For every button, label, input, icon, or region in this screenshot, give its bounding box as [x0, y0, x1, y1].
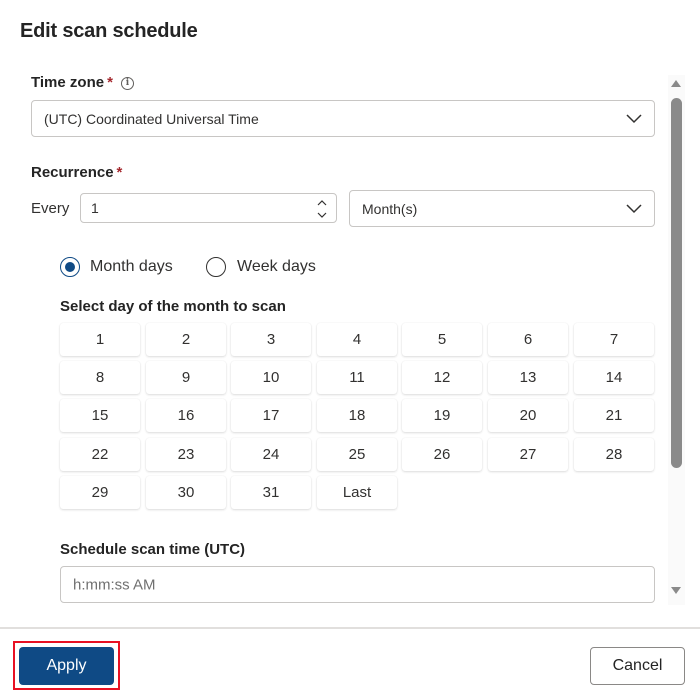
day-button[interactable]: 25 — [317, 438, 397, 471]
day-button[interactable]: 12 — [402, 361, 482, 394]
every-label: Every — [31, 200, 70, 217]
day-button[interactable]: 23 — [146, 438, 226, 471]
day-button[interactable]: 24 — [231, 438, 311, 471]
interval-stepper[interactable]: 1 — [80, 193, 337, 223]
day-button[interactable]: 1 — [60, 323, 140, 356]
day-button[interactable]: 5 — [402, 323, 482, 356]
scan-time-placeholder: h:mm:ss AM — [73, 576, 156, 593]
stepper-arrows-icon[interactable] — [316, 197, 328, 221]
day-button[interactable]: 9 — [146, 361, 226, 394]
scrollbar-thumb[interactable] — [671, 98, 682, 468]
time-zone-label-text: Time zone — [31, 74, 105, 91]
day-button[interactable]: 7 — [574, 323, 654, 356]
day-button[interactable]: 21 — [574, 399, 654, 432]
chevron-down-icon — [626, 113, 642, 123]
day-button[interactable]: 18 — [317, 399, 397, 432]
recurrence-label: Recurrence * — [31, 164, 122, 181]
day-button[interactable]: 6 — [488, 323, 568, 356]
day-button[interactable]: 4 — [317, 323, 397, 356]
day-button[interactable]: 8 — [60, 361, 140, 394]
radio-unchecked-icon — [206, 257, 226, 277]
day-button[interactable]: 19 — [402, 399, 482, 432]
time-zone-value: (UTC) Coordinated Universal Time — [44, 110, 259, 127]
required-mark: * — [116, 164, 123, 181]
day-button[interactable]: 14 — [574, 361, 654, 394]
day-button[interactable]: 22 — [60, 438, 140, 471]
select-day-label: Select day of the month to scan — [60, 298, 286, 315]
recurrence-unit-value: Month(s) — [362, 200, 418, 217]
recurrence-label-text: Recurrence — [31, 164, 114, 181]
day-button[interactable]: 16 — [146, 399, 226, 432]
day-button[interactable]: 3 — [231, 323, 311, 356]
recurrence-unit-dropdown[interactable]: Month(s) — [349, 190, 655, 227]
day-button[interactable]: 31 — [231, 476, 311, 509]
scan-time-input[interactable]: h:mm:ss AM — [60, 566, 655, 603]
time-zone-label: Time zone * i — [31, 74, 134, 91]
day-button[interactable]: 27 — [488, 438, 568, 471]
day-button[interactable]: 2 — [146, 323, 226, 356]
radio-week-days[interactable]: Week days — [206, 257, 326, 279]
dialog-title: Edit scan schedule — [20, 20, 198, 42]
radio-week-days-label: Week days — [237, 258, 316, 275]
interval-value: 1 — [91, 200, 99, 216]
day-button[interactable]: 17 — [231, 399, 311, 432]
radio-checked-icon — [60, 257, 80, 277]
time-zone-dropdown[interactable]: (UTC) Coordinated Universal Time — [31, 100, 655, 137]
chevron-down-icon — [626, 203, 642, 213]
day-button[interactable]: 29 — [60, 476, 140, 509]
radio-month-days-label: Month days — [90, 258, 173, 275]
day-button[interactable]: Last — [317, 476, 397, 509]
day-button[interactable]: 11 — [317, 361, 397, 394]
day-button[interactable]: 28 — [574, 438, 654, 471]
day-button[interactable]: 30 — [146, 476, 226, 509]
day-button[interactable]: 26 — [402, 438, 482, 471]
info-icon[interactable]: i — [120, 77, 134, 90]
day-button[interactable]: 13 — [488, 361, 568, 394]
radio-month-days[interactable]: Month days — [60, 257, 190, 279]
scroll-up-arrow-icon[interactable] — [671, 80, 681, 87]
day-button[interactable]: 15 — [60, 399, 140, 432]
required-mark: * — [107, 74, 113, 91]
footer-divider — [0, 627, 700, 629]
day-button[interactable]: 20 — [488, 399, 568, 432]
apply-button[interactable]: Apply — [19, 647, 114, 685]
scan-time-label: Schedule scan time (UTC) — [60, 541, 246, 558]
cancel-button[interactable]: Cancel — [590, 647, 685, 685]
scroll-down-arrow-icon[interactable] — [671, 587, 681, 594]
day-button[interactable]: 10 — [231, 361, 311, 394]
